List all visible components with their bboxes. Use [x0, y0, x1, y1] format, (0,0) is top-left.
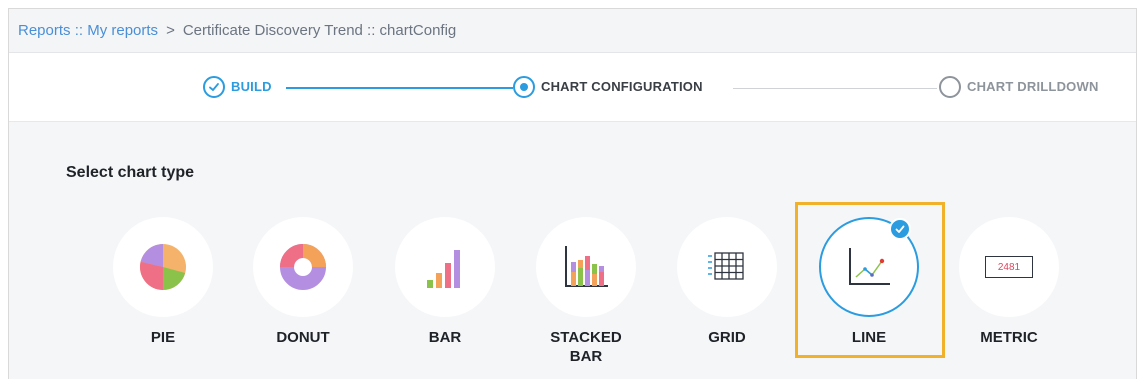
section-title: Select chart type: [66, 164, 195, 181]
breadcrumb-separator: >: [166, 22, 175, 39]
metric-icon: 2481: [959, 217, 1059, 317]
chart-type-donut-label: DONUT: [276, 329, 330, 346]
stacked-bar-label-line2: BAR: [569, 348, 603, 365]
step-chart-drilldown-pending-icon[interactable]: [939, 76, 961, 98]
step-build-label[interactable]: BUILD: [231, 79, 272, 94]
stacked-bar-label-line1: STACKED: [550, 329, 622, 346]
selected-check-icon: [889, 218, 911, 240]
chart-type-donut-option[interactable]: DONUT: [249, 214, 359, 379]
chart-type-pie-option[interactable]: PIE: [109, 214, 219, 379]
metric-icon-value: 2481: [997, 261, 1021, 273]
step-chart-drilldown-label[interactable]: CHART DRILLDOWN: [967, 79, 1099, 94]
step-chart-configuration-label[interactable]: CHART CONFIGURATION: [541, 79, 703, 94]
chart-type-bar-option[interactable]: BAR: [391, 214, 501, 379]
step-build-check-icon[interactable]: [203, 76, 225, 98]
step-connector-done: [286, 87, 513, 89]
chart-type-bar-label: BAR: [428, 329, 462, 346]
breadcrumb: Reports :: My reports > Certificate Disc…: [9, 9, 1136, 53]
wizard-stepper: BUILD CHART CONFIGURATION CHART DRILLDOW…: [9, 53, 1136, 122]
grid-icon: [677, 217, 777, 317]
chart-type-grid-option[interactable]: GRID: [673, 214, 783, 379]
chart-type-stacked-bar-option[interactable]: STACKED BAR: [532, 214, 642, 379]
step-chart-configuration-active-icon[interactable]: [513, 76, 535, 98]
chart-type-section: Select chart type PIE DONUT BAR STACKED …: [9, 122, 1136, 379]
selected-chart-type-highlight: [795, 202, 945, 358]
chart-type-metric-label: METRIC: [980, 329, 1038, 346]
breadcrumb-root-separator: ::: [70, 22, 88, 39]
breadcrumb-reports-link[interactable]: Reports: [18, 22, 71, 39]
chart-config-panel: Reports :: My reports > Certificate Disc…: [8, 8, 1137, 379]
stacked-bar-chart-icon: [536, 217, 636, 317]
breadcrumb-my-reports-link[interactable]: My reports: [87, 22, 158, 39]
chart-type-metric-option[interactable]: 2481 METRIC: [955, 214, 1065, 379]
step-connector-pending: [733, 88, 937, 89]
bar-chart-icon: [395, 217, 495, 317]
chart-type-stacked-bar-label: STACKED BAR: [532, 328, 640, 366]
chart-type-pie-label: PIE: [150, 329, 176, 346]
pie-chart-icon: [113, 217, 213, 317]
donut-chart-icon: [253, 217, 353, 317]
chart-type-grid-label: GRID: [708, 329, 746, 346]
breadcrumb-current: Certificate Discovery Trend :: chartConf…: [182, 22, 457, 39]
